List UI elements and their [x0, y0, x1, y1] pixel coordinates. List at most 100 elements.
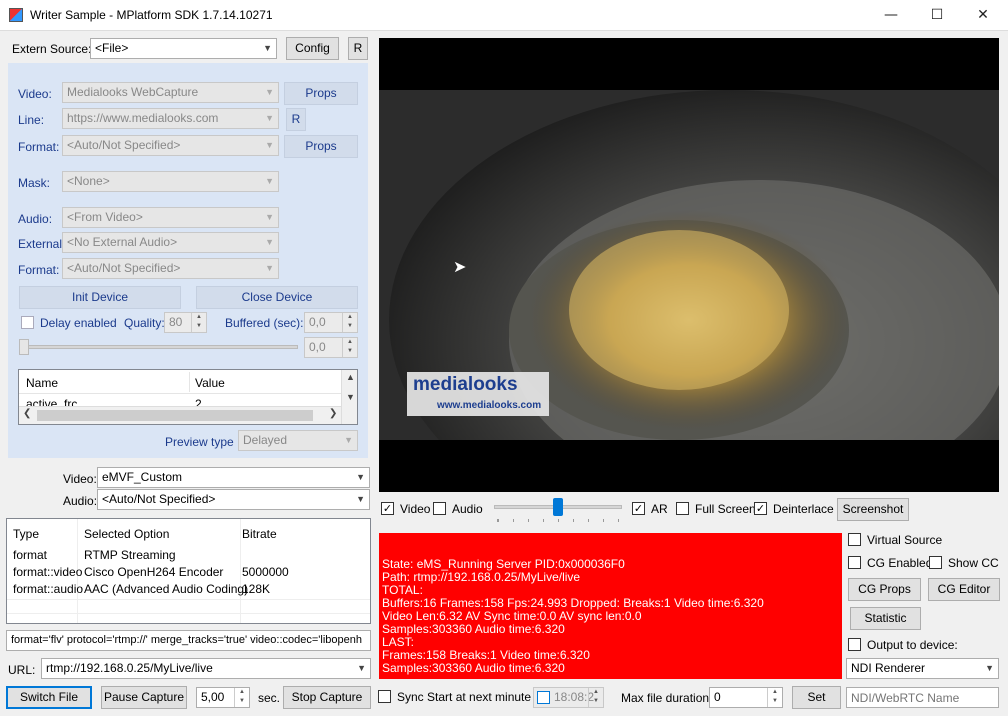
config-button[interactable]: Config: [286, 37, 339, 60]
chevron-down-icon: ▼: [263, 43, 272, 53]
close-device-button[interactable]: Close Device: [196, 286, 358, 309]
maximize-icon[interactable]: ☐: [914, 0, 960, 31]
ar-checkbox[interactable]: ✓: [632, 502, 645, 515]
fullscreen-checkbox[interactable]: [676, 502, 689, 515]
minimize-icon[interactable]: —: [868, 0, 914, 31]
status-panel: State: eMS_Running Server PID:0x000036F0…: [379, 533, 842, 679]
audio-format-combo[interactable]: <Auto/Not Specified> ▼: [62, 258, 279, 279]
start-time-picker[interactable]: 18:08:2 ▲ ▼: [533, 687, 604, 708]
audio-label: Audio:: [18, 212, 53, 226]
spin-arrows-icon[interactable]: ▲ ▼: [588, 688, 603, 707]
url-label: URL:: [8, 663, 36, 677]
volume-slider-thumb[interactable]: [553, 498, 563, 516]
audio-checkbox[interactable]: [433, 502, 446, 515]
chevron-right-icon[interactable]: ❯: [329, 408, 337, 419]
spin-arrows-icon[interactable]: ▲ ▼: [342, 313, 357, 332]
output-device-checkbox[interactable]: [848, 638, 861, 651]
chevron-left-icon[interactable]: ❮: [23, 408, 31, 419]
statistic-button[interactable]: Statistic: [850, 607, 921, 630]
format-string-field[interactable]: format='flv' protocol='rtmp://' merge_tr…: [6, 630, 371, 651]
line-r-button[interactable]: R: [286, 108, 306, 131]
audio-combo[interactable]: <From Video> ▼: [62, 207, 279, 228]
spin-arrows-icon[interactable]: ▲ ▼: [191, 313, 206, 332]
stop-capture-button[interactable]: Stop Capture: [283, 686, 371, 709]
video-checkbox[interactable]: ✓: [381, 502, 394, 515]
column-header-type[interactable]: Type: [13, 527, 39, 541]
video-preview[interactable]: medialooks www.medialooks.com ➤: [379, 38, 999, 492]
screenshot-button[interactable]: Screenshot: [837, 498, 909, 521]
writer-audio-combo[interactable]: <Auto/Not Specified> ▼: [97, 489, 370, 510]
vertical-scrollbar[interactable]: ▲ ▼: [341, 370, 357, 424]
url-value: rtmp://192.168.0.25/MyLive/live: [46, 661, 213, 675]
quality-label: Quality:: [124, 316, 165, 330]
preview-type-combo[interactable]: Delayed ▼: [238, 430, 358, 451]
column-header-option[interactable]: Selected Option: [84, 527, 169, 541]
cg-enabled-checkbox[interactable]: [848, 556, 861, 569]
format-combo[interactable]: <Auto/Not Specified> ▼: [62, 135, 279, 156]
extern-source-value: <File>: [95, 41, 129, 55]
mask-combo[interactable]: <None> ▼: [62, 171, 279, 192]
start-time-checkbox[interactable]: [537, 691, 550, 704]
delay-slider-track[interactable]: [20, 345, 298, 349]
virtual-source-label: Virtual Source: [867, 533, 943, 547]
chevron-down-icon: ▼: [265, 87, 274, 97]
sync-start-checkbox[interactable]: [378, 690, 391, 703]
line-label: Line:: [18, 113, 45, 127]
delay-enabled-label: Delay enabled: [40, 316, 117, 330]
chevron-up-icon[interactable]: ▲: [346, 372, 355, 382]
audio-check-label: Audio: [452, 502, 483, 516]
writer-video-combo[interactable]: eMVF_Custom ▼: [97, 467, 370, 488]
extern-source-label: Extern Source:: [12, 42, 92, 56]
column-header-value[interactable]: Value: [195, 376, 225, 390]
column-header-bitrate[interactable]: Bitrate: [242, 527, 277, 541]
source-r-button[interactable]: R: [348, 37, 368, 60]
video-device-combo[interactable]: Medialooks WebCapture ▼: [62, 82, 279, 103]
quality-spinner[interactable]: 80 ▲ ▼: [164, 312, 207, 333]
chevron-down-icon[interactable]: ▼: [346, 392, 355, 402]
renderer-combo[interactable]: NDI Renderer ▼: [846, 658, 999, 679]
delay-slider-thumb[interactable]: [19, 339, 29, 355]
line-combo[interactable]: https://www.medialooks.com ▼: [62, 108, 279, 129]
props-table[interactable]: Name Value active_frc 2 ❮ ❯ ▲ ▼: [18, 369, 358, 425]
init-device-button[interactable]: Init Device: [19, 286, 181, 309]
video-device-value: Medialooks WebCapture: [67, 85, 199, 99]
spin-arrows-icon[interactable]: ▲ ▼: [767, 688, 782, 707]
cg-editor-button[interactable]: CG Editor: [928, 578, 1000, 601]
table-cell: 5000000: [242, 565, 289, 579]
format-props-button[interactable]: Props: [284, 135, 358, 158]
deinterlace-checkbox[interactable]: ✓: [754, 502, 767, 515]
window-title: Writer Sample - MPlatform SDK 1.7.14.102…: [30, 8, 273, 22]
format-table[interactable]: Type Selected Option Bitrate format RTMP…: [6, 518, 371, 624]
max-duration-value: 0: [714, 690, 721, 704]
max-duration-spinner[interactable]: 0 ▲ ▼: [709, 687, 783, 708]
delay-enabled-checkbox[interactable]: [21, 316, 34, 329]
spin-arrows-icon[interactable]: ▲ ▼: [234, 688, 249, 707]
medialooks-logo: medialooks www.medialooks.com: [407, 372, 549, 416]
virtual-source-checkbox[interactable]: [848, 533, 861, 546]
delay-slider-spinner[interactable]: 0,0 ▲ ▼: [304, 337, 358, 358]
url-combo[interactable]: rtmp://192.168.0.25/MyLive/live ▼: [41, 658, 371, 679]
set-button[interactable]: Set: [792, 686, 841, 709]
external-audio-value: <No External Audio>: [67, 235, 178, 249]
spin-arrows-icon[interactable]: ▲ ▼: [342, 338, 357, 357]
ndi-name-input[interactable]: [846, 687, 999, 708]
video-props-button[interactable]: Props: [284, 82, 358, 105]
scrollbar-thumb[interactable]: [37, 410, 313, 421]
interval-spinner[interactable]: 5,00 ▲ ▼: [196, 687, 250, 708]
show-cc-checkbox[interactable]: [929, 556, 942, 569]
extern-source-combo[interactable]: <File> ▼: [90, 38, 277, 59]
audio-value: <From Video>: [67, 210, 143, 224]
external-audio-combo[interactable]: <No External Audio> ▼: [62, 232, 279, 253]
preview-type-label: Preview type: [165, 435, 234, 449]
app-icon: [9, 8, 23, 22]
table-cell: Cisco OpenH264 Encoder: [84, 565, 224, 579]
chevron-down-icon: ▼: [985, 663, 994, 673]
cursor-icon: ➤: [453, 257, 467, 276]
cg-props-button[interactable]: CG Props: [848, 578, 921, 601]
close-icon[interactable]: ✕: [960, 0, 1006, 31]
horizontal-scrollbar[interactable]: ❮ ❯: [19, 406, 341, 424]
pause-capture-button[interactable]: Pause Capture: [101, 686, 187, 709]
buffered-spinner[interactable]: 0,0 ▲ ▼: [304, 312, 358, 333]
switch-file-button[interactable]: Switch File: [6, 686, 92, 709]
column-header-name[interactable]: Name: [26, 376, 58, 390]
